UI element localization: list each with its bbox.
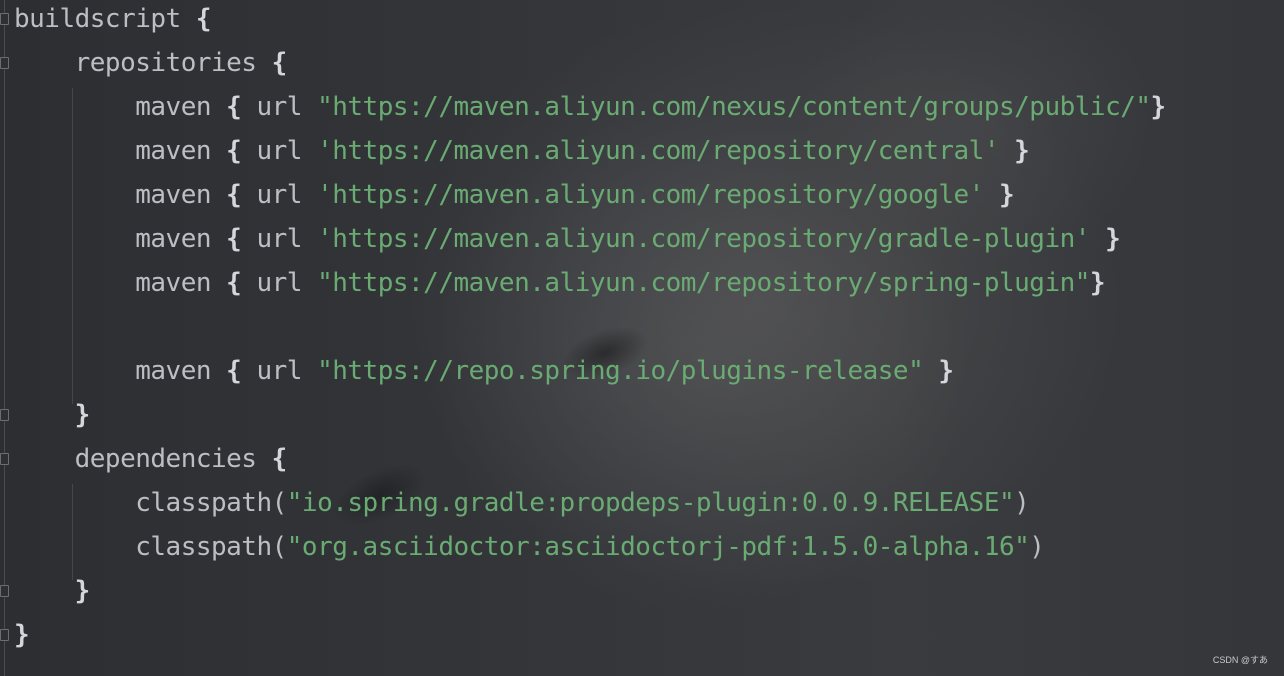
gutter: [4, 0, 5, 676]
code-string: "io.spring.gradle:propdeps-plugin:0.0.9.…: [286, 488, 1015, 518]
code-line[interactable]: maven { url 'https://maven.aliyun.com/re…: [14, 217, 1121, 261]
code-brace: {: [226, 268, 242, 298]
code-line[interactable]: buildscript {: [14, 0, 212, 41]
code-token: maven: [135, 136, 227, 166]
code-string: "https://maven.aliyun.com/nexus/content/…: [317, 92, 1151, 122]
code-token: repositories: [74, 48, 272, 78]
code-string: 'https://maven.aliyun.com/repository/gra…: [317, 224, 1090, 254]
fold-marker-icon[interactable]: [0, 409, 9, 421]
code-line[interactable]: }: [14, 393, 91, 437]
code-string: 'https://maven.aliyun.com/repository/goo…: [317, 180, 984, 210]
code-brace: }: [1089, 224, 1121, 254]
code-brace: }: [74, 400, 91, 430]
code-brace: {: [226, 356, 242, 386]
code-token: url: [241, 268, 318, 298]
code-line[interactable]: dependencies {: [14, 437, 288, 481]
code-token: ): [1014, 488, 1030, 518]
watermark: CSDN @すあ: [1212, 655, 1268, 665]
code-editor[interactable]: buildscript { repositories { maven { url…: [0, 0, 1284, 676]
code-brace: }: [1150, 92, 1167, 122]
code-token: ): [1029, 532, 1045, 562]
fold-marker-icon[interactable]: [0, 13, 9, 25]
code-token: dependencies: [74, 444, 272, 474]
code-line[interactable]: maven { url 'https://maven.aliyun.com/re…: [14, 173, 1014, 217]
code-brace: {: [226, 180, 242, 210]
code-brace: }: [999, 136, 1030, 166]
code-line[interactable]: }: [14, 613, 30, 657]
code-string: 'https://maven.aliyun.com/repository/cen…: [317, 136, 999, 166]
code-token: url: [241, 92, 318, 122]
code-token: url: [241, 136, 318, 166]
code-brace: {: [271, 444, 288, 474]
code-token: url: [241, 356, 318, 386]
code-token: url: [241, 224, 318, 254]
code-token: maven: [135, 224, 227, 254]
code-brace: {: [226, 136, 242, 166]
code-line[interactable]: maven { url "https://maven.aliyun.com/ne…: [14, 85, 1166, 129]
code-brace: {: [226, 224, 242, 254]
code-brace: }: [983, 180, 1015, 210]
code-brace: }: [74, 576, 91, 606]
code-token: classpath(: [135, 532, 287, 562]
code-token: maven: [135, 356, 227, 386]
fold-marker-icon[interactable]: [0, 629, 9, 641]
fold-marker-icon[interactable]: [0, 585, 9, 597]
code-token: buildscript: [14, 4, 196, 34]
code-brace: }: [923, 356, 954, 386]
code-line[interactable]: classpath("org.asciidoctor:asciidoctorj-…: [14, 525, 1045, 569]
code-brace: {: [195, 4, 212, 34]
code-string: "https://maven.aliyun.com/repository/spr…: [317, 268, 1090, 298]
code-token: maven: [135, 92, 227, 122]
code-line[interactable]: maven { url 'https://maven.aliyun.com/re…: [14, 129, 1030, 173]
code-brace: {: [271, 48, 288, 78]
code-line[interactable]: maven { url "https://maven.aliyun.com/re…: [14, 261, 1105, 305]
code-line[interactable]: classpath("io.spring.gradle:propdeps-plu…: [14, 481, 1030, 525]
code-token: maven: [135, 268, 227, 298]
code-line[interactable]: repositories {: [14, 41, 288, 85]
code-string: "org.asciidoctor:asciidoctorj-pdf:1.5.0-…: [286, 532, 1030, 562]
code-line[interactable]: }: [14, 569, 91, 613]
code-brace: }: [14, 620, 30, 650]
code-brace: }: [1089, 268, 1106, 298]
code-token: url: [241, 180, 318, 210]
code-token: classpath(: [135, 488, 287, 518]
fold-marker-icon[interactable]: [0, 57, 9, 69]
fold-marker-icon[interactable]: [0, 453, 9, 465]
code-token: maven: [135, 180, 227, 210]
code-line[interactable]: maven { url "https://repo.spring.io/plug…: [14, 349, 954, 393]
code-brace: {: [226, 92, 242, 122]
code-string: "https://repo.spring.io/plugins-release": [317, 356, 924, 386]
